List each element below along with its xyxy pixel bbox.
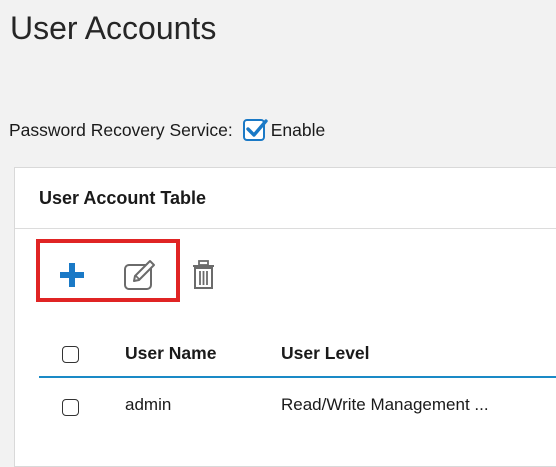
table-header-row: User Name User Level (39, 338, 556, 378)
checkmark-icon (246, 119, 268, 137)
password-recovery-row: Password Recovery Service: Enable (9, 119, 325, 141)
column-header-user-level[interactable]: User Level (281, 343, 370, 364)
cell-user-level: Read/Write Management ... (281, 395, 489, 414)
table-title: User Account Table (15, 168, 556, 229)
page-title: User Accounts (10, 10, 217, 46)
password-recovery-enable-checkbox[interactable] (242, 119, 268, 141)
password-recovery-label: Password Recovery Service: (9, 119, 233, 140)
table-row[interactable]: admin Read/Write Management ... (39, 384, 556, 424)
edit-icon (124, 260, 155, 290)
trash-icon (193, 260, 214, 289)
user-account-table-panel: User Account Table User Name User Level (14, 167, 556, 467)
password-recovery-enable-label: Enable (270, 119, 326, 140)
cell-user-name: admin (125, 395, 172, 414)
column-header-user-name[interactable]: User Name (125, 343, 216, 364)
plus-icon (60, 263, 84, 287)
add-user-button[interactable] (59, 262, 85, 293)
select-all-checkbox[interactable] (62, 346, 79, 363)
edit-user-button[interactable] (123, 259, 159, 296)
delete-user-button[interactable] (191, 259, 217, 296)
row-checkbox[interactable] (62, 399, 79, 416)
